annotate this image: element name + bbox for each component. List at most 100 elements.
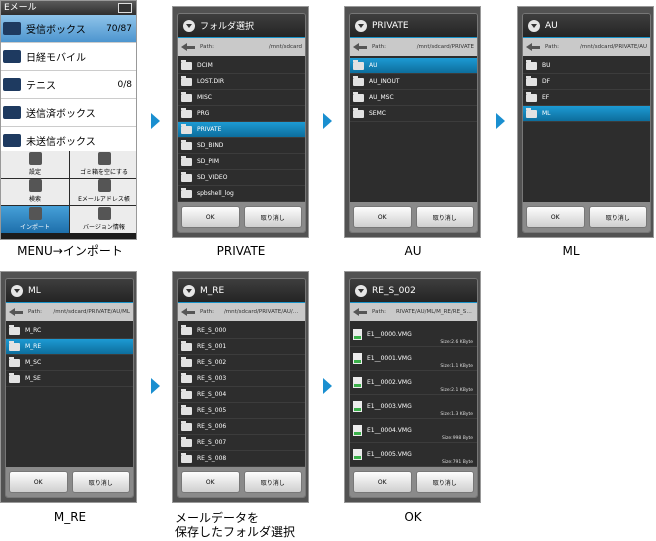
folder-item[interactable]: AU_MSC	[350, 90, 477, 106]
folder-item[interactable]: DCIM	[178, 58, 305, 74]
folder-item[interactable]: SEMC	[350, 106, 477, 122]
back-arrow-icon[interactable]	[353, 307, 367, 317]
dialog-title: M_RE	[200, 285, 225, 296]
folder-item-selected[interactable]: ML	[523, 106, 650, 122]
folder-item[interactable]: SD_BIND	[178, 138, 305, 154]
folder-icon	[3, 50, 21, 63]
menu-version-info[interactable]: バージョン情報	[70, 206, 136, 233]
info-icon	[97, 206, 111, 220]
folder-item[interactable]: PRG	[178, 106, 305, 122]
folder-item[interactable]: RE_S_005	[178, 403, 305, 419]
folder-icon	[181, 452, 192, 463]
vmg-file-icon	[353, 401, 362, 412]
ok-button[interactable]: OK	[9, 471, 68, 493]
folder-icon	[3, 78, 21, 91]
ok-button[interactable]: OK	[181, 206, 240, 228]
cancel-button[interactable]: 取り消し	[415, 471, 474, 493]
menu-import[interactable]: インポート	[1, 206, 69, 233]
file-item[interactable]: E1__0003.VMG Size:1.3 KByte	[350, 395, 477, 419]
file-item[interactable]: E1__0001.VMG Size:1.1 KByte	[350, 347, 477, 371]
mail-folder-list: 受信ボックス 70/87 日経モバイル テニス 0/8 送信済ボックス 未送信ボック…	[1, 15, 136, 151]
file-item[interactable]: E1__0002.VMG Size:2.1 KByte	[350, 371, 477, 395]
mail-folder-tennis[interactable]: テニス 0/8	[1, 71, 136, 99]
path-bar: Path:/mnt/sdcard/PRIVATE/AU/ML/M_RE	[178, 303, 305, 321]
folder-item[interactable]: RE_S_000	[178, 323, 305, 339]
folder-icon	[353, 91, 364, 102]
folder-item[interactable]: RE_S_003	[178, 371, 305, 387]
folder-item[interactable]: M_SE	[6, 371, 133, 387]
folder-item[interactable]: spbshell_log	[178, 186, 305, 202]
caption-au: AU	[404, 244, 422, 258]
folder-icon	[181, 155, 192, 166]
ok-button[interactable]: OK	[353, 206, 412, 228]
ok-button[interactable]: OK	[526, 206, 585, 228]
folder-icon	[353, 75, 364, 86]
cancel-button[interactable]: 取り消し	[415, 206, 474, 228]
flow-arrow	[323, 378, 332, 394]
folder-item[interactable]: RE_S_008	[178, 451, 305, 467]
cancel-button[interactable]: 取り消し	[71, 471, 130, 493]
dialog-title: ML	[28, 285, 41, 296]
mail-folder-inbox[interactable]: 受信ボックス 70/87	[1, 15, 136, 43]
file-item[interactable]: E1__0005.VMG Size:791 Byte	[350, 443, 477, 467]
file-list: E1__0000.VMG Size:2.6 KByte E1__0001.VMG S…	[350, 323, 477, 467]
mail-folder-sent[interactable]: 送信済ボックス	[1, 99, 136, 127]
folder-dialog: フォルダ選択 Path:/mnt/sdcard DCIM LOST.DIR MI…	[177, 13, 306, 233]
folder-item[interactable]: LOST.DIR	[178, 74, 305, 90]
back-arrow-icon[interactable]	[181, 307, 195, 317]
sent-icon	[3, 106, 21, 119]
file-item[interactable]: E1__0004.VMG Size:998 Byte	[350, 419, 477, 443]
import-icon	[28, 206, 42, 220]
ok-button[interactable]: OK	[353, 471, 412, 493]
folder-item[interactable]: M_RC	[6, 323, 133, 339]
menu-address-book[interactable]: Eメールアドレス帳	[70, 178, 136, 206]
screen-au: AU Path:/mnt/sdcard/PRIVATE/AU BU DF EF …	[517, 6, 654, 238]
folder-item[interactable]: AU_INOUT	[350, 74, 477, 90]
folder-icon	[181, 59, 192, 70]
folder-item[interactable]: RE_S_002	[178, 355, 305, 371]
folder-dialog: AU Path:/mnt/sdcard/PRIVATE/AU BU DF EF …	[522, 13, 651, 233]
folder-item-selected[interactable]: PRIVATE	[178, 122, 305, 138]
folder-item[interactable]: EF	[523, 90, 650, 106]
folder-item[interactable]: MISC	[178, 90, 305, 106]
flow-arrow	[151, 378, 160, 394]
folder-item[interactable]: DF	[523, 74, 650, 90]
cancel-button[interactable]: 取り消し	[243, 471, 302, 493]
file-item[interactable]: E1__0000.VMG Size:2.6 KByte	[350, 323, 477, 347]
folder-item[interactable]: M_SC	[6, 355, 133, 371]
folder-list: M_RC M_RE M_SC M_SE	[6, 323, 133, 467]
folder-item[interactable]: RE_S_007	[178, 435, 305, 451]
path-value: /mnt/sdcard/PRIVATE/AU	[580, 44, 647, 50]
folder-icon	[526, 107, 537, 118]
path-value: /mnt/sdcard/PRIVATE/AU/ML	[53, 309, 130, 315]
folder-icon	[181, 171, 192, 182]
menu-settings[interactable]: 設定	[1, 151, 69, 178]
folder-icon	[181, 388, 192, 399]
ok-button[interactable]: OK	[181, 471, 240, 493]
mail-folder-nikkei[interactable]: 日経モバイル	[1, 43, 136, 71]
folder-item[interactable]: BU	[523, 58, 650, 74]
window-icon	[118, 3, 132, 13]
path-value: /mnt/sdcard/PRIVATE	[416, 44, 474, 50]
menu-empty-trash[interactable]: ゴミ箱を空にする	[70, 151, 136, 178]
folder-icon	[181, 404, 192, 415]
folder-item[interactable]: SD_VIDEO	[178, 170, 305, 186]
screen-private: PRIVATE Path:/mnt/sdcard/PRIVATE AU AU_I…	[344, 6, 481, 238]
folder-item[interactable]: SD_PIM	[178, 154, 305, 170]
folder-item[interactable]: RE_S_004	[178, 387, 305, 403]
back-arrow-icon[interactable]	[526, 42, 540, 52]
cancel-button[interactable]: 取り消し	[243, 206, 302, 228]
vmg-file-icon	[353, 449, 362, 460]
cancel-button[interactable]: 取り消し	[588, 206, 647, 228]
back-arrow-icon[interactable]	[181, 42, 195, 52]
folder-icon	[181, 324, 192, 335]
folder-icon	[9, 324, 20, 335]
folder-item[interactable]: RE_S_006	[178, 419, 305, 435]
folder-item-selected[interactable]: M_RE	[6, 339, 133, 355]
back-arrow-icon[interactable]	[9, 307, 23, 317]
folder-item[interactable]: RE_S_001	[178, 339, 305, 355]
menu-search[interactable]: 検索	[1, 178, 69, 206]
back-arrow-icon[interactable]	[353, 42, 367, 52]
folder-item-selected[interactable]: AU	[350, 58, 477, 74]
mail-folder-drafts[interactable]: 未送信ボックス	[1, 127, 136, 151]
